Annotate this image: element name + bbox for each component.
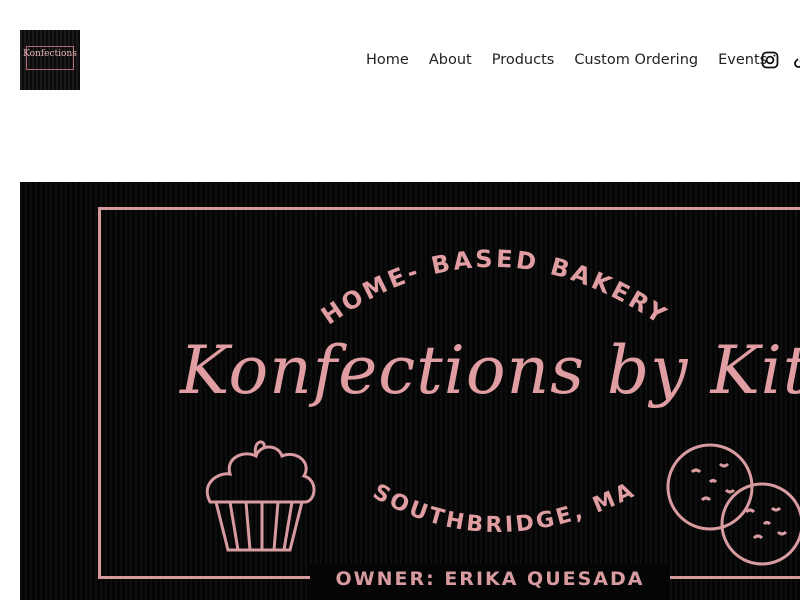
top-arc-text: HOME- BASED BAKERY xyxy=(316,245,673,331)
hero-banner: HOME- BASED BAKERY SOUTHBRIDGE, MA Konfe… xyxy=(20,182,800,600)
social-links xyxy=(760,50,800,70)
owner-text: OWNER: ERIKA QUESADA xyxy=(335,568,645,590)
link-icon[interactable] xyxy=(792,50,800,70)
nav-item-products[interactable]: Products xyxy=(482,50,565,70)
cookies-icon xyxy=(666,443,800,566)
instagram-icon[interactable] xyxy=(760,50,780,70)
nav-item-home[interactable]: Home xyxy=(356,50,419,70)
site-logo[interactable]: Konfections xyxy=(20,30,80,90)
nav-item-custom-ordering[interactable]: Custom Ordering xyxy=(564,50,708,70)
cupcake-icon xyxy=(206,440,316,552)
hero-script-title: Konfections by Kita xyxy=(180,332,800,409)
site-header: Konfections Home About Products Custom O… xyxy=(0,0,800,120)
logo-text: Konfections xyxy=(23,49,77,59)
nav-item-about[interactable]: About xyxy=(419,50,482,70)
bottom-arc-text: SOUTHBRIDGE, MA xyxy=(368,477,640,538)
main-nav: Home About Products Custom Ordering Even… xyxy=(356,50,777,70)
